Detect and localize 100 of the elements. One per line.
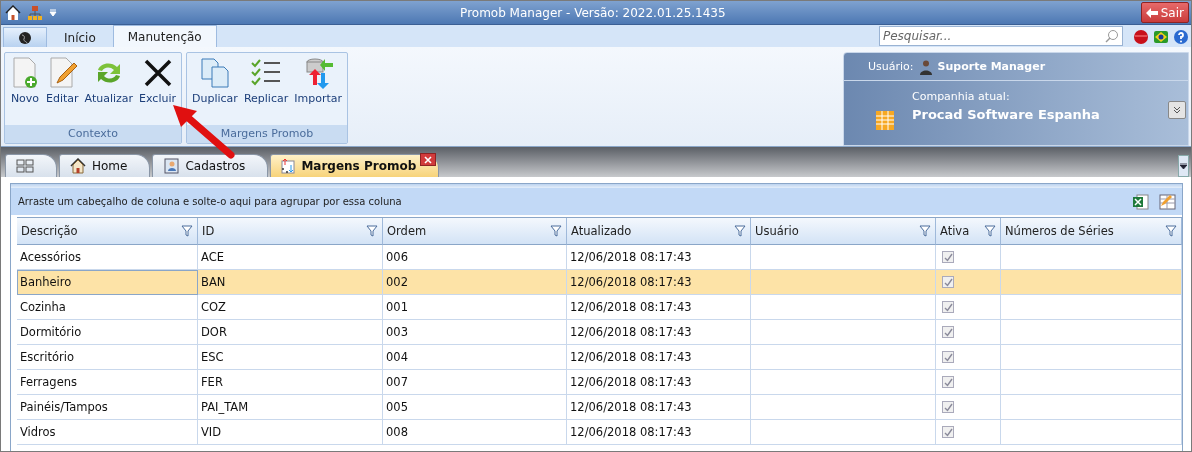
close-button[interactable] <box>420 153 437 166</box>
table-cell: 12/06/2018 08:17:43 <box>567 420 751 445</box>
filter-icon <box>984 225 996 237</box>
checkmark-icon <box>943 427 953 437</box>
table-cell: Ferragens <box>17 370 198 395</box>
ribbon-tab[interactable]: Início <box>49 27 111 47</box>
checkmark-icon <box>943 402 953 412</box>
column-header[interactable]: Ativa <box>936 218 1001 245</box>
spreadsheet-export-icon <box>1132 192 1150 211</box>
checkbox[interactable] <box>942 351 954 363</box>
document-tab[interactable]: Margens Promob <box>270 154 440 177</box>
search-field[interactable]: Pesquisar... <box>879 26 1123 46</box>
table-cell: 006 <box>383 245 567 270</box>
table-cell: 001 <box>383 295 567 320</box>
column-header[interactable]: Atualizado <box>567 218 751 245</box>
filter-icon <box>1165 225 1177 237</box>
table-cell: Banheiro <box>17 270 198 295</box>
close-icon <box>424 155 433 164</box>
flag-icon <box>1153 29 1169 45</box>
table-cell: 004 <box>383 345 567 370</box>
new-document-icon <box>10 57 40 89</box>
table-cell: FER <box>198 370 383 395</box>
back-arrow-icon <box>1145 7 1158 18</box>
checkbox[interactable] <box>942 251 954 263</box>
company-label: Companhia atual: <box>912 90 1011 103</box>
dropdown-icon <box>49 8 57 17</box>
table-cell: 002 <box>383 270 567 295</box>
table-cell: 008 <box>383 420 567 445</box>
table-cell: PAI_TAM <box>198 395 383 420</box>
building-icon <box>874 109 896 131</box>
column-header[interactable]: Usuário <box>751 218 936 245</box>
copy-icon <box>198 57 231 89</box>
filter-icon <box>181 225 193 237</box>
percent-arrows-icon <box>279 158 296 174</box>
table-cell: BAN <box>198 270 383 295</box>
record-icon <box>1133 29 1149 45</box>
help-icon <box>1173 29 1189 45</box>
group-title: Margens Promob <box>187 125 347 143</box>
ribbon-button[interactable]: Novo <box>8 55 42 123</box>
column-header[interactable]: ID <box>198 218 383 245</box>
column-header[interactable]: Ordem <box>383 218 567 245</box>
exit-button[interactable]: Sair <box>1140 2 1189 23</box>
app-menu-button[interactable] <box>3 27 47 47</box>
table-cell: ESC <box>198 345 383 370</box>
filter-icon <box>366 225 378 237</box>
group-title: Contexto <box>5 125 181 143</box>
checkmark-icon <box>943 277 953 287</box>
document-tab[interactable]: Home <box>59 154 151 177</box>
chevron-down-icon <box>1173 106 1181 114</box>
table-cell: 12/06/2018 08:17:43 <box>567 295 751 320</box>
ribbon-tab[interactable]: Manutenção <box>112 25 217 47</box>
column-header[interactable]: Números de Séries <box>1001 218 1182 245</box>
network-icon <box>27 4 43 21</box>
home-icon <box>70 158 86 174</box>
ribbon-button[interactable]: Duplicar <box>190 55 240 123</box>
globe-icon <box>18 30 32 45</box>
checkbox[interactable] <box>942 401 954 413</box>
checkbox[interactable] <box>942 376 954 388</box>
checkmark-icon <box>943 327 953 337</box>
checkbox[interactable] <box>942 426 954 438</box>
table-cell: 12/06/2018 08:17:43 <box>567 320 751 345</box>
table-cell: 005 <box>383 395 567 420</box>
table-cell: ACE <box>198 245 383 270</box>
table-cell: Painéis/Tampos <box>17 395 198 420</box>
document-tab[interactable]: Cadastros <box>152 154 269 177</box>
table-cell: DOR <box>198 320 383 345</box>
checkbox[interactable] <box>942 326 954 338</box>
table-cell: 007 <box>383 370 567 395</box>
table-cell: 12/06/2018 08:17:43 <box>567 270 751 295</box>
column-header[interactable]: Descrição <box>17 218 198 245</box>
table-cell: Dormitório <box>17 320 198 345</box>
table-cell: Escritório <box>17 345 198 370</box>
table-cell: 003 <box>383 320 567 345</box>
ribbon-button[interactable]: Editar <box>44 55 81 123</box>
checkbox[interactable] <box>942 276 954 288</box>
document-tab[interactable] <box>5 154 57 177</box>
checkmark-icon <box>943 252 953 262</box>
caret-down-icon <box>1180 163 1187 169</box>
table-cell: 12/06/2018 08:17:43 <box>567 370 751 395</box>
user-name: Suporte Manager <box>937 60 1046 73</box>
ribbon-button[interactable]: Atualizar <box>82 55 136 123</box>
filter-icon <box>550 225 562 237</box>
checkmark-icon <box>943 377 953 387</box>
table-cell: 12/06/2018 08:17:43 <box>567 245 751 270</box>
window-title: Promob Manager - Versão: 2022.01.25.1435 <box>459 5 727 20</box>
table-cell: 12/06/2018 08:17:43 <box>567 395 751 420</box>
expand-button[interactable] <box>1168 101 1186 119</box>
ribbon-button[interactable]: Replicar <box>241 55 291 123</box>
ribbon-button[interactable]: Excluir <box>137 55 178 123</box>
ribbon-button[interactable]: Importar <box>292 55 344 123</box>
table-cell: 12/06/2018 08:17:43 <box>567 345 751 370</box>
filter-icon <box>919 225 931 237</box>
table-cell: VID <box>198 420 383 445</box>
company-name: Procad Software Espanha <box>912 107 1100 122</box>
person-icon <box>917 58 934 75</box>
user-label: Usuário: <box>868 60 914 73</box>
tab-list-button[interactable] <box>1178 155 1189 177</box>
filter-icon <box>734 225 746 237</box>
grid-icon <box>16 159 34 173</box>
checkbox[interactable] <box>942 301 954 313</box>
